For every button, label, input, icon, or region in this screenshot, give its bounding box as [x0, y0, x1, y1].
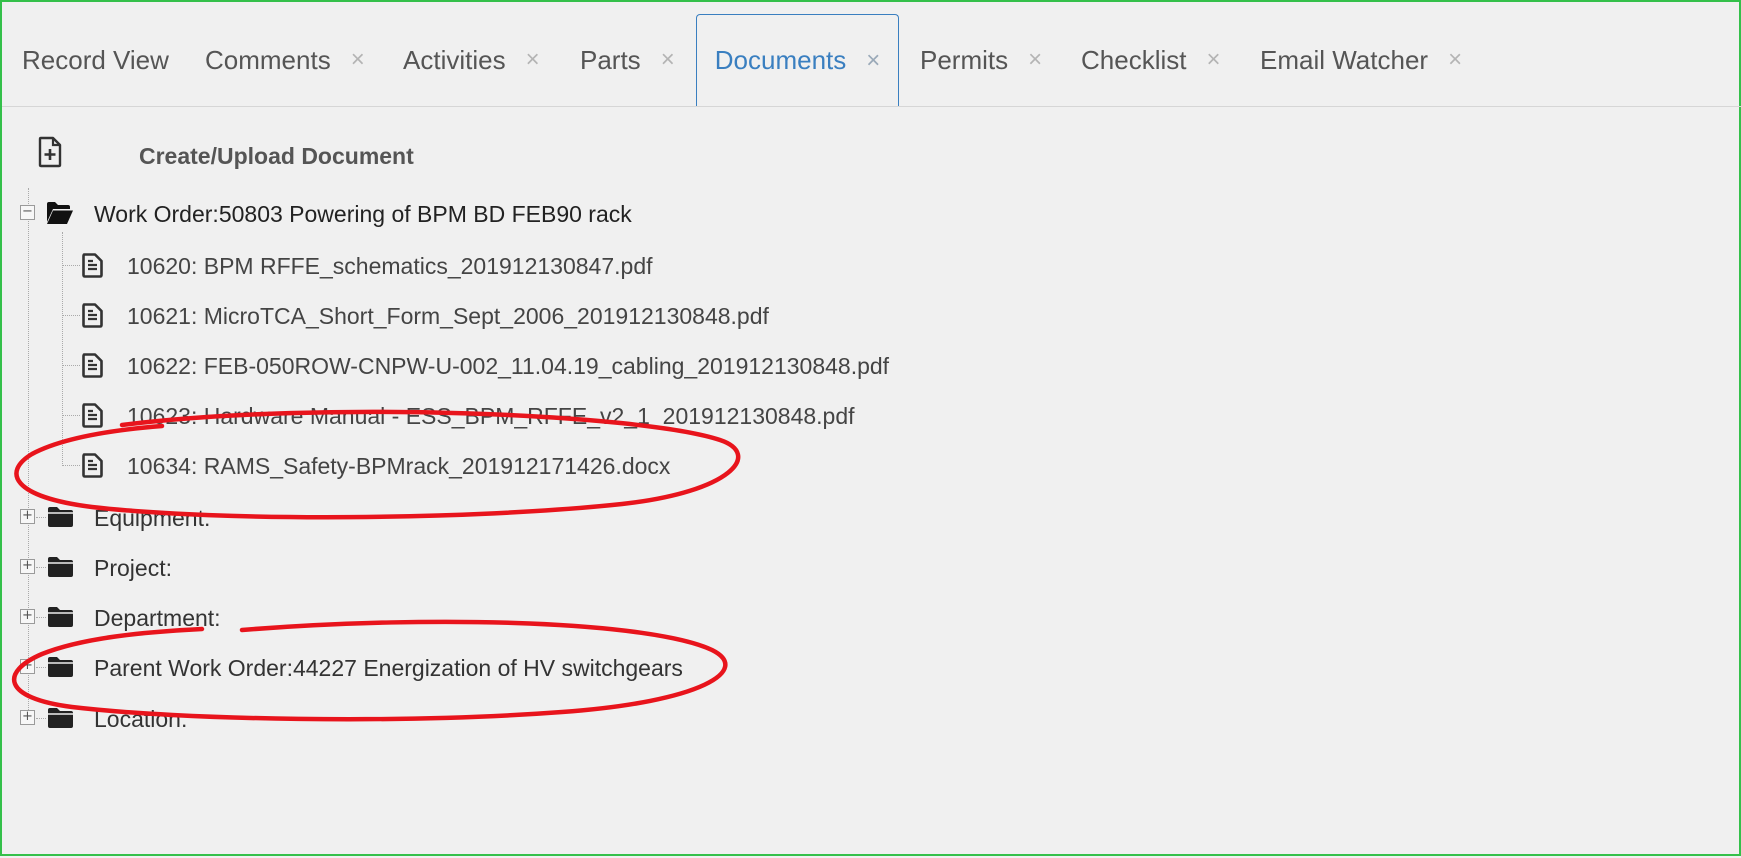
- annotation-overlay: [11, 409, 741, 722]
- tree-line: [36, 567, 46, 568]
- folder-open-icon: [47, 202, 73, 224]
- folder-equipment[interactable]: Equipment:: [94, 505, 210, 532]
- tab-comments[interactable]: Comments ×: [205, 14, 365, 106]
- close-icon[interactable]: ×: [1448, 46, 1462, 74]
- document-icon: [82, 453, 103, 478]
- document-icon: [82, 353, 103, 378]
- folder-icon: [48, 657, 73, 677]
- tab-label: Activities: [403, 44, 506, 75]
- tree-line: [62, 265, 80, 266]
- create-upload-document-label: Create/Upload Document: [139, 143, 414, 169]
- expand-toggle[interactable]: +: [20, 710, 35, 725]
- folder-icon: [48, 607, 73, 627]
- close-icon[interactable]: ×: [866, 47, 880, 75]
- tree-line: [62, 232, 63, 466]
- document-link[interactable]: 10623: Hardware Manual - ESS_BPM_RFFE_v2…: [127, 403, 855, 430]
- documents-panel: Record View Comments × Activities × Part…: [0, 0, 1741, 856]
- collapse-toggle[interactable]: −: [20, 205, 35, 220]
- expand-toggle[interactable]: +: [20, 659, 35, 674]
- tab-record-view[interactable]: Record View: [22, 14, 169, 106]
- close-icon[interactable]: ×: [1206, 46, 1220, 74]
- tab-label: Parts: [580, 44, 641, 75]
- tab-label: Permits: [920, 44, 1009, 75]
- document-link[interactable]: 10634: RAMS_Safety-BPMrack_201912171426.…: [127, 453, 670, 480]
- expand-toggle[interactable]: +: [20, 509, 35, 524]
- tree-line: [36, 617, 46, 618]
- tab-label: Record View: [22, 44, 169, 75]
- document-link[interactable]: 10620: BPM RFFE_schematics_201912130847.…: [127, 253, 653, 280]
- tab-label: Comments: [205, 44, 331, 75]
- close-icon[interactable]: ×: [351, 46, 365, 74]
- tab-email-watcher[interactable]: Email Watcher ×: [1260, 14, 1462, 106]
- folder-project[interactable]: Project:: [94, 555, 172, 582]
- document-icon: [82, 303, 103, 328]
- folder-location[interactable]: Location:: [94, 706, 187, 733]
- folder-work-order[interactable]: Work Order:50803 Powering of BPM BD FEB9…: [94, 201, 632, 228]
- document-icon: [82, 253, 103, 278]
- tab-checklist[interactable]: Checklist ×: [1081, 14, 1221, 106]
- tree-line: [28, 188, 29, 718]
- tree-line: [36, 667, 46, 668]
- expand-toggle[interactable]: +: [20, 609, 35, 624]
- tree-line: [62, 465, 80, 466]
- tab-bar: Record View Comments × Activities × Part…: [2, 2, 1741, 107]
- file-plus-icon[interactable]: [38, 136, 62, 168]
- tab-parts[interactable]: Parts ×: [580, 14, 675, 106]
- tab-activities[interactable]: Activities ×: [403, 14, 540, 106]
- expand-toggle[interactable]: +: [20, 559, 35, 574]
- tab-label: Checklist: [1081, 44, 1187, 75]
- tab-permits[interactable]: Permits ×: [920, 14, 1042, 106]
- close-icon[interactable]: ×: [661, 46, 675, 74]
- folder-icon: [48, 507, 73, 527]
- tree-line: [62, 365, 80, 366]
- folder-icon: [48, 557, 73, 577]
- folder-department[interactable]: Department:: [94, 605, 221, 632]
- tree-line: [62, 315, 80, 316]
- tab-label: Documents: [714, 45, 847, 75]
- document-link[interactable]: 10622: FEB-050ROW-CNPW-U-002_11.04.19_ca…: [127, 353, 889, 380]
- tab-documents[interactable]: Documents ×: [696, 14, 899, 106]
- tree-line: [36, 517, 46, 518]
- document-icon: [82, 403, 103, 428]
- close-icon[interactable]: ×: [1028, 46, 1042, 74]
- folder-icon: [48, 708, 73, 728]
- close-icon[interactable]: ×: [526, 46, 540, 74]
- tree-line: [36, 718, 46, 719]
- folder-parent-work-order[interactable]: Parent Work Order:44227 Energization of …: [94, 655, 683, 682]
- document-link[interactable]: 10621: MicroTCA_Short_Form_Sept_2006_201…: [127, 303, 769, 330]
- tab-label: Email Watcher: [1260, 44, 1429, 75]
- tree-line: [62, 415, 80, 416]
